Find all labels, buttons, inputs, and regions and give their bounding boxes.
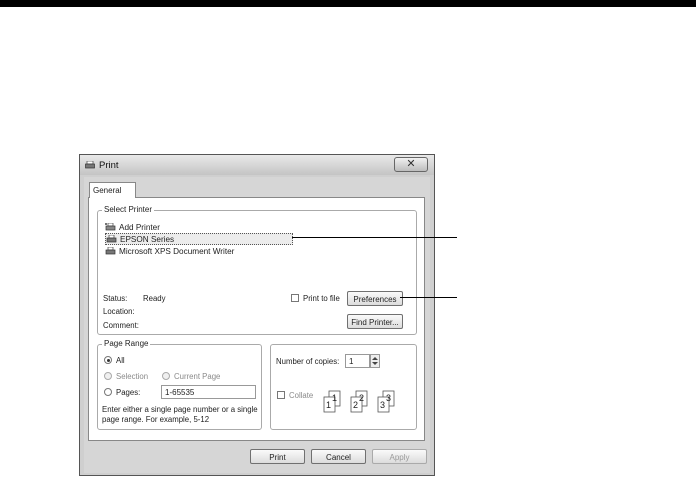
close-button[interactable]: ✕	[394, 157, 428, 172]
print-dialog: Print ✕ General Select Printer Add Print…	[79, 154, 435, 476]
print-to-file-label: Print to file	[303, 294, 340, 303]
preferences-button[interactable]: Preferences	[347, 291, 403, 306]
collate-back-1: 1	[332, 393, 337, 403]
find-printer-button[interactable]: Find Printer...	[347, 314, 403, 329]
top-rule	[0, 0, 696, 7]
collate-label: Collate	[289, 391, 314, 400]
page-range-legend: Page Range	[102, 339, 151, 348]
apply-button-label: Apply	[389, 453, 410, 462]
pages-radio[interactable]	[104, 388, 112, 396]
close-icon: ✕	[406, 158, 416, 170]
copies-group: Number of copies: 1 Collate 1 1 2 2 3 3	[270, 344, 417, 430]
printer-item-epson[interactable]: EPSON Series	[105, 233, 293, 245]
comment-label: Comment:	[103, 321, 139, 330]
status-label: Status:	[103, 294, 128, 303]
all-label: All	[116, 356, 125, 365]
tab-general-label: General	[93, 186, 122, 195]
selection-label: Selection	[116, 372, 149, 381]
printer-item-label: EPSON Series	[120, 234, 175, 244]
page-range-group: Page Range All Selection Current Page Pa…	[97, 339, 262, 430]
title-bar[interactable]: Print ✕	[80, 155, 434, 175]
dialog-client: General Select Printer Add Printer EPSON…	[84, 177, 430, 473]
all-radio[interactable]	[104, 356, 112, 364]
callout-line-printer	[292, 237, 457, 238]
selection-radio[interactable]	[104, 372, 112, 380]
collate-illustration: 1 1 2 2 3 3	[323, 390, 395, 413]
tab-general[interactable]: General	[89, 182, 136, 198]
page-range-hint-line2: page range. For example, 5-12	[102, 415, 210, 424]
print-to-file-checkbox[interactable]	[291, 294, 299, 302]
print-button-label: Print	[269, 453, 286, 462]
collate-front-2: 2	[353, 400, 358, 410]
pages-label: Pages:	[116, 388, 141, 397]
cancel-button[interactable]: Cancel	[311, 449, 366, 464]
add-printer-icon	[105, 222, 116, 230]
find-printer-button-label: Find Printer...	[351, 318, 399, 327]
pages-input[interactable]: 1-65535	[161, 385, 256, 399]
copies-input-value: 1	[349, 357, 354, 366]
collate-checkbox[interactable]	[277, 391, 285, 399]
location-label: Location:	[103, 307, 135, 316]
select-printer-legend: Select Printer	[102, 205, 155, 214]
collate-pages-icon: 1 1 2 2 3 3	[323, 389, 408, 417]
number-of-copies-label: Number of copies:	[276, 357, 340, 366]
cancel-button-label: Cancel	[326, 453, 351, 462]
printer-icon	[85, 161, 95, 169]
printer-icon	[105, 246, 116, 254]
preferences-button-label: Preferences	[353, 295, 397, 304]
current-page-radio[interactable]	[162, 372, 170, 380]
collate-front-1: 1	[326, 400, 331, 410]
printer-item-add[interactable]: Add Printer	[105, 221, 160, 233]
printer-list[interactable]: Add Printer EPSON Series Microsoft XPS D…	[103, 218, 421, 284]
printer-item-xps[interactable]: Microsoft XPS Document Writer	[105, 245, 234, 257]
select-printer-group: Select Printer Add Printer EPSON Series …	[97, 205, 417, 335]
page-range-hint-line1: Enter either a single page number or a s…	[102, 405, 258, 414]
collate-front-3: 3	[380, 400, 385, 410]
printer-item-label: Microsoft XPS Document Writer	[119, 246, 235, 256]
pages-input-value: 1-65535	[165, 388, 195, 397]
general-tab-pane: Select Printer Add Printer EPSON Series …	[88, 197, 425, 441]
collate-back-2: 2	[359, 393, 364, 403]
window-title: Print	[99, 160, 119, 171]
collate-back-3: 3	[386, 393, 391, 403]
spin-arrows-icon	[372, 357, 378, 365]
print-button[interactable]: Print	[250, 449, 305, 464]
copies-spinner[interactable]	[370, 354, 380, 368]
apply-button[interactable]: Apply	[372, 449, 427, 464]
printer-icon	[106, 234, 117, 242]
callout-line-preferences	[400, 297, 457, 298]
copies-input[interactable]: 1	[345, 354, 370, 368]
printer-item-label: Add Printer	[119, 222, 160, 232]
current-page-label: Current Page	[174, 372, 221, 381]
status-value: Ready	[143, 294, 166, 303]
